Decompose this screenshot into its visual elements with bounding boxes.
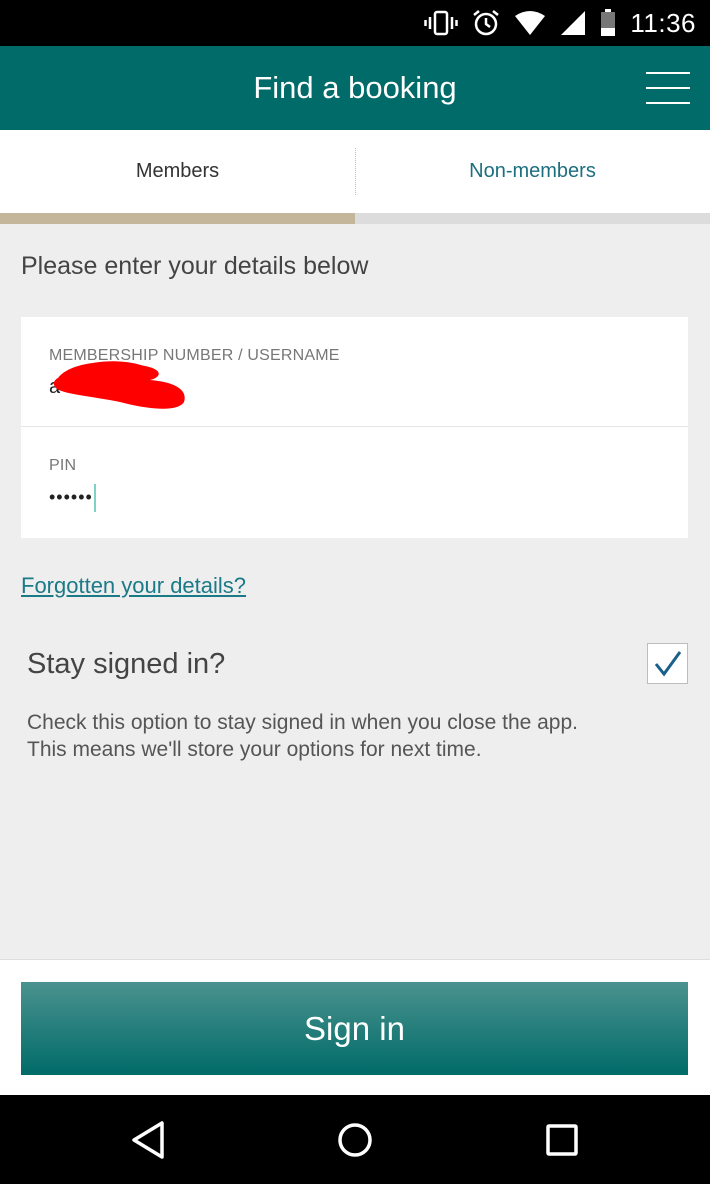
sign-in-button[interactable]: Sign in xyxy=(21,982,688,1075)
footer: Sign in xyxy=(0,959,710,1095)
recents-button[interactable] xyxy=(539,1117,585,1163)
stay-signed-in-help: Check this option to stay signed in when… xyxy=(27,711,579,761)
login-form: MEMBERSHIP NUMBER / USERNAME a PIN •••••… xyxy=(21,317,688,538)
wifi-icon xyxy=(514,10,546,36)
alarm-icon xyxy=(472,9,500,37)
home-button[interactable] xyxy=(332,1117,378,1163)
redaction-scribble xyxy=(53,361,185,409)
tab-indicator xyxy=(0,213,355,224)
battery-icon xyxy=(600,9,616,37)
tab-bar: Members Non-members xyxy=(0,130,710,213)
page-title: Find a booking xyxy=(253,70,457,105)
back-icon xyxy=(132,1121,164,1159)
system-nav-bar xyxy=(0,1095,710,1184)
menu-button[interactable] xyxy=(646,70,690,106)
status-icons: 11:36 xyxy=(424,0,696,46)
hamburger-menu-icon xyxy=(646,72,690,74)
tab-non-members[interactable]: Non-members xyxy=(355,130,710,213)
status-bar: 11:36 xyxy=(0,0,710,46)
recents-icon xyxy=(546,1124,578,1156)
checkmark-icon xyxy=(654,650,681,676)
signal-icon xyxy=(560,10,586,36)
text-cursor xyxy=(93,484,96,513)
vibrate-icon xyxy=(424,10,459,36)
pin-value[interactable]: •••••• xyxy=(49,483,96,513)
forgot-details-link[interactable]: Forgotten your details? xyxy=(21,573,246,599)
back-button[interactable] xyxy=(125,1117,171,1163)
home-icon xyxy=(338,1123,372,1157)
tab-members[interactable]: Members xyxy=(0,130,355,213)
stay-signed-in-checkbox[interactable] xyxy=(647,643,688,684)
tab-indicator-track xyxy=(0,213,710,224)
pin-label: PIN xyxy=(49,457,77,474)
app-bar: Find a booking xyxy=(0,46,710,130)
intro-text: Please enter your details below xyxy=(21,252,369,280)
pin-dots: •••••• xyxy=(49,487,93,507)
pin-field[interactable]: PIN •••••• xyxy=(21,427,688,537)
stay-signed-in-label: Stay signed in? xyxy=(27,648,226,680)
clock: 11:36 xyxy=(630,7,696,38)
tab-divider xyxy=(355,148,356,195)
